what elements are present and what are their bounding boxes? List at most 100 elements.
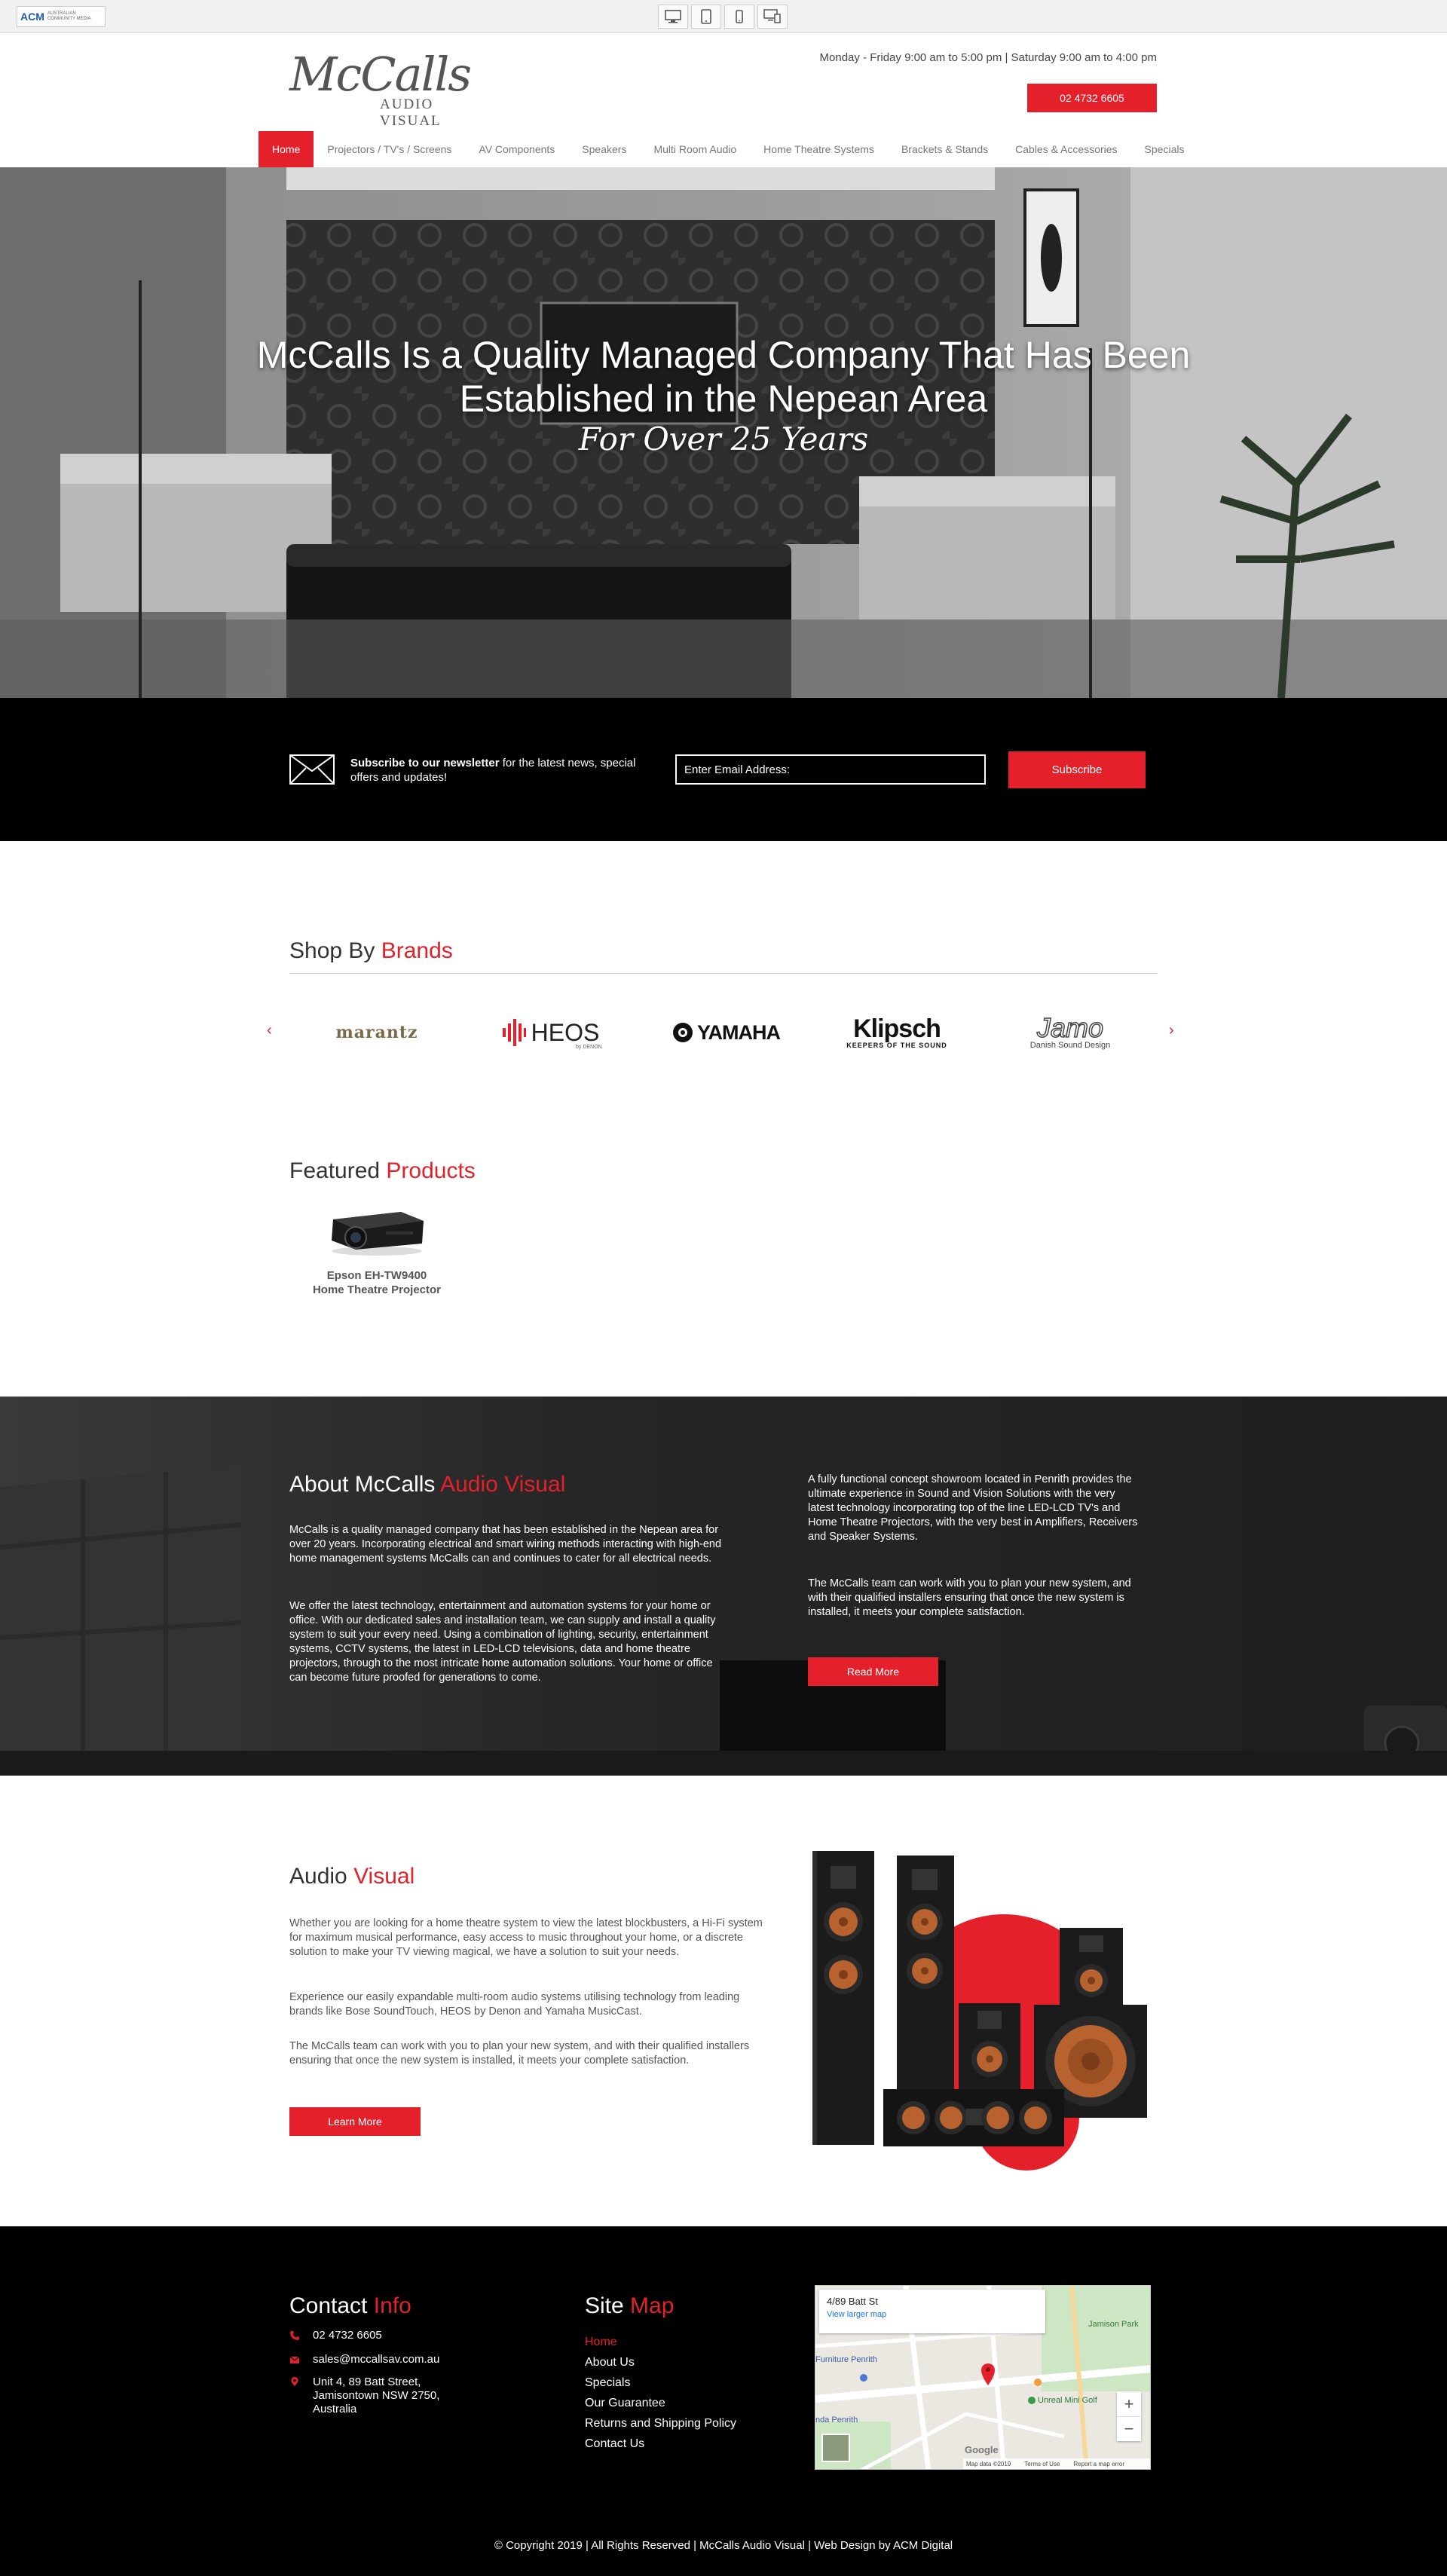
brand-heos-text: HEOS: [531, 1018, 600, 1046]
mccalls-logo[interactable]: McCalls AUDIO VISUAL: [289, 47, 485, 129]
sitemap-guarantee[interactable]: Our Guarantee: [585, 2393, 736, 2413]
brand-klipsch[interactable]: Klipsch KEEPERS OF THE SOUND: [837, 1010, 957, 1055]
nav-speakers[interactable]: Speakers: [568, 131, 640, 167]
brand-marantz[interactable]: marantz: [317, 1010, 437, 1055]
map-zoom-control: + −: [1117, 2391, 1141, 2441]
newsletter-text: Subscribe to our newsletter for the late…: [350, 756, 637, 785]
brand-yamaha[interactable]: YAMAHA: [665, 1010, 786, 1055]
about-paragraph-3: A fully functional concept showroom loca…: [808, 1473, 1138, 1543]
sitemap-about[interactable]: About Us: [585, 2352, 736, 2373]
yamaha-tuning-fork-icon: [672, 1023, 693, 1042]
map-terms-link[interactable]: Terms of Use: [1024, 2461, 1060, 2468]
map-zoom-in-icon[interactable]: +: [1117, 2391, 1141, 2416]
address-line2: Jamisontown NSW 2750,: [313, 2389, 440, 2402]
map-label-golf: Unreal Mini Golf: [1038, 2396, 1097, 2405]
contact-info-heading: Contact Info: [289, 2293, 411, 2319]
sitemap-home[interactable]: Home: [585, 2332, 736, 2352]
map-larger-link[interactable]: View larger map: [827, 2310, 1038, 2319]
sitemap-returns[interactable]: Returns and Shipping Policy: [585, 2413, 736, 2434]
preview-toolbar: ACM AUSTRALIAN COMMUNITY MEDIA: [0, 0, 1447, 33]
map-data-text: Map data ©2019: [966, 2461, 1011, 2467]
envelope-icon: [289, 754, 335, 785]
sitemap-heading-b: Map: [630, 2293, 675, 2318]
location-pin-icon: [291, 2377, 298, 2386]
brands-heading-b: Brands: [381, 938, 453, 963]
brand-klipsch-text: Klipsch: [853, 1014, 941, 1043]
acm-logo-text: ACM: [20, 11, 44, 23]
brand-jamo-text: Jamo: [1036, 1012, 1104, 1043]
contact-heading-b: Info: [373, 2293, 411, 2318]
nav-cables[interactable]: Cables & Accessories: [1002, 131, 1130, 167]
sitemap-heading-a: Site: [585, 2293, 631, 2318]
site-map-heading: Site Map: [585, 2293, 674, 2319]
location-map[interactable]: 4/89 Batt St View larger map Jamison Par…: [815, 2285, 1151, 2470]
audio-heading-a: Audio: [289, 1864, 354, 1889]
map-label-penrith: nda Penrith: [815, 2415, 858, 2425]
heos-sub-text: by DENON: [576, 1045, 602, 1050]
about-paragraph-2: We offer the latest technology, entertai…: [289, 1600, 716, 1684]
about-paragraph-4: The McCalls team can work with you to pl…: [808, 1577, 1131, 1618]
nav-projectors[interactable]: Projectors / TV's / Screens: [314, 131, 465, 167]
audio-paragraph-3: The McCalls team can work with you to pl…: [289, 2040, 750, 2067]
audio-paragraph-1: Whether you are looking for a home theat…: [289, 1917, 763, 1958]
hero-title: McCalls Is a Quality Managed Company Tha…: [0, 333, 1447, 421]
learn-more-button[interactable]: Learn More: [289, 2107, 421, 2136]
footer-email[interactable]: sales@mccallsav.com.au: [313, 2353, 439, 2366]
hero-script-subtitle: For Over 25 Years: [578, 421, 869, 457]
nav-brackets[interactable]: Brackets & Stands: [888, 131, 1002, 167]
read-more-button[interactable]: Read More: [808, 1657, 938, 1686]
nav-multi-room-audio[interactable]: Multi Room Audio: [640, 131, 750, 167]
shop-by-brands-heading: Shop By Brands: [289, 938, 453, 964]
mobile-icon[interactable]: [724, 5, 754, 29]
logo-main: McCalls: [289, 47, 472, 102]
about-heading-b: Audio Visual: [440, 1472, 566, 1497]
brands-next-arrow-icon[interactable]: ›: [1169, 1022, 1174, 1039]
audio-visual-heading: Audio Visual: [289, 1864, 415, 1889]
email-input[interactable]: [675, 754, 986, 785]
projector-image[interactable]: [326, 1204, 428, 1257]
sitemap-contact[interactable]: Contact Us: [585, 2434, 736, 2454]
copyright: © Copyright 2019 | All Rights Reserved |…: [494, 2539, 953, 2552]
hero-title-line2: Established in the Nepean Area: [459, 378, 988, 420]
about-section: [0, 1397, 1447, 1776]
brands-prev-arrow-icon[interactable]: ‹: [267, 1022, 272, 1039]
about-heading-a: About McCalls: [289, 1472, 441, 1497]
desktop-icon[interactable]: [658, 5, 688, 29]
brand-heos[interactable]: HEOS by DENON: [490, 1010, 610, 1055]
about-heading: About McCalls Audio Visual: [289, 1472, 565, 1498]
footer-phone[interactable]: 02 4732 6605: [313, 2329, 382, 2342]
email-icon: [289, 2356, 300, 2363]
site-map-links: Home About Us Specials Our Guarantee Ret…: [585, 2332, 736, 2454]
subscribe-button[interactable]: Subscribe: [1008, 751, 1146, 788]
address-line1: Unit 4, 89 Batt Street,: [313, 2376, 421, 2388]
brands-divider: [289, 973, 1158, 974]
map-label-furniture: Furniture Penrith: [815, 2355, 877, 2364]
product-name-line2: Home Theatre Projector: [312, 1283, 442, 1296]
featured-heading-a: Featured: [289, 1158, 387, 1183]
map-satellite-toggle[interactable]: [821, 2434, 850, 2462]
klipsch-sub-text: KEEPERS OF THE SOUND: [846, 1042, 947, 1049]
acm-logo[interactable]: ACM AUSTRALIAN COMMUNITY MEDIA: [17, 6, 106, 27]
brand-jamo[interactable]: Jamo Danish Sound Design: [1010, 1010, 1130, 1055]
phone-button[interactable]: 02 4732 6605: [1027, 84, 1157, 112]
hero-title-line1: McCalls Is a Quality Managed Company Tha…: [256, 334, 1191, 376]
about-background-image: [0, 1397, 1447, 1776]
responsive-icon[interactable]: [757, 5, 788, 29]
heos-waves-icon: [502, 1019, 526, 1046]
logo-sub: AUDIO VISUAL: [380, 96, 442, 129]
opening-hours: Monday - Friday 9:00 am to 5:00 pm | Sat…: [819, 51, 1157, 64]
nav-home[interactable]: Home: [259, 131, 314, 167]
nav-specials[interactable]: Specials: [1131, 131, 1198, 167]
tablet-icon[interactable]: [691, 5, 721, 29]
acm-logo-sub: AUSTRALIAN COMMUNITY MEDIA: [47, 11, 91, 21]
google-logo: Google: [965, 2444, 999, 2455]
nav-home-theatre[interactable]: Home Theatre Systems: [750, 131, 888, 167]
map-report-link[interactable]: Report a map error: [1073, 2461, 1124, 2468]
product-epson[interactable]: Epson EH-TW9400 Home Theatre Projector: [289, 1268, 464, 1297]
contact-heading-a: Contact: [289, 2293, 374, 2318]
sitemap-specials[interactable]: Specials: [585, 2373, 736, 2393]
address-line3: Australia: [313, 2403, 357, 2415]
map-zoom-out-icon[interactable]: −: [1117, 2416, 1141, 2441]
nav-av-components[interactable]: AV Components: [465, 131, 568, 167]
audio-heading-b: Visual: [353, 1864, 415, 1889]
